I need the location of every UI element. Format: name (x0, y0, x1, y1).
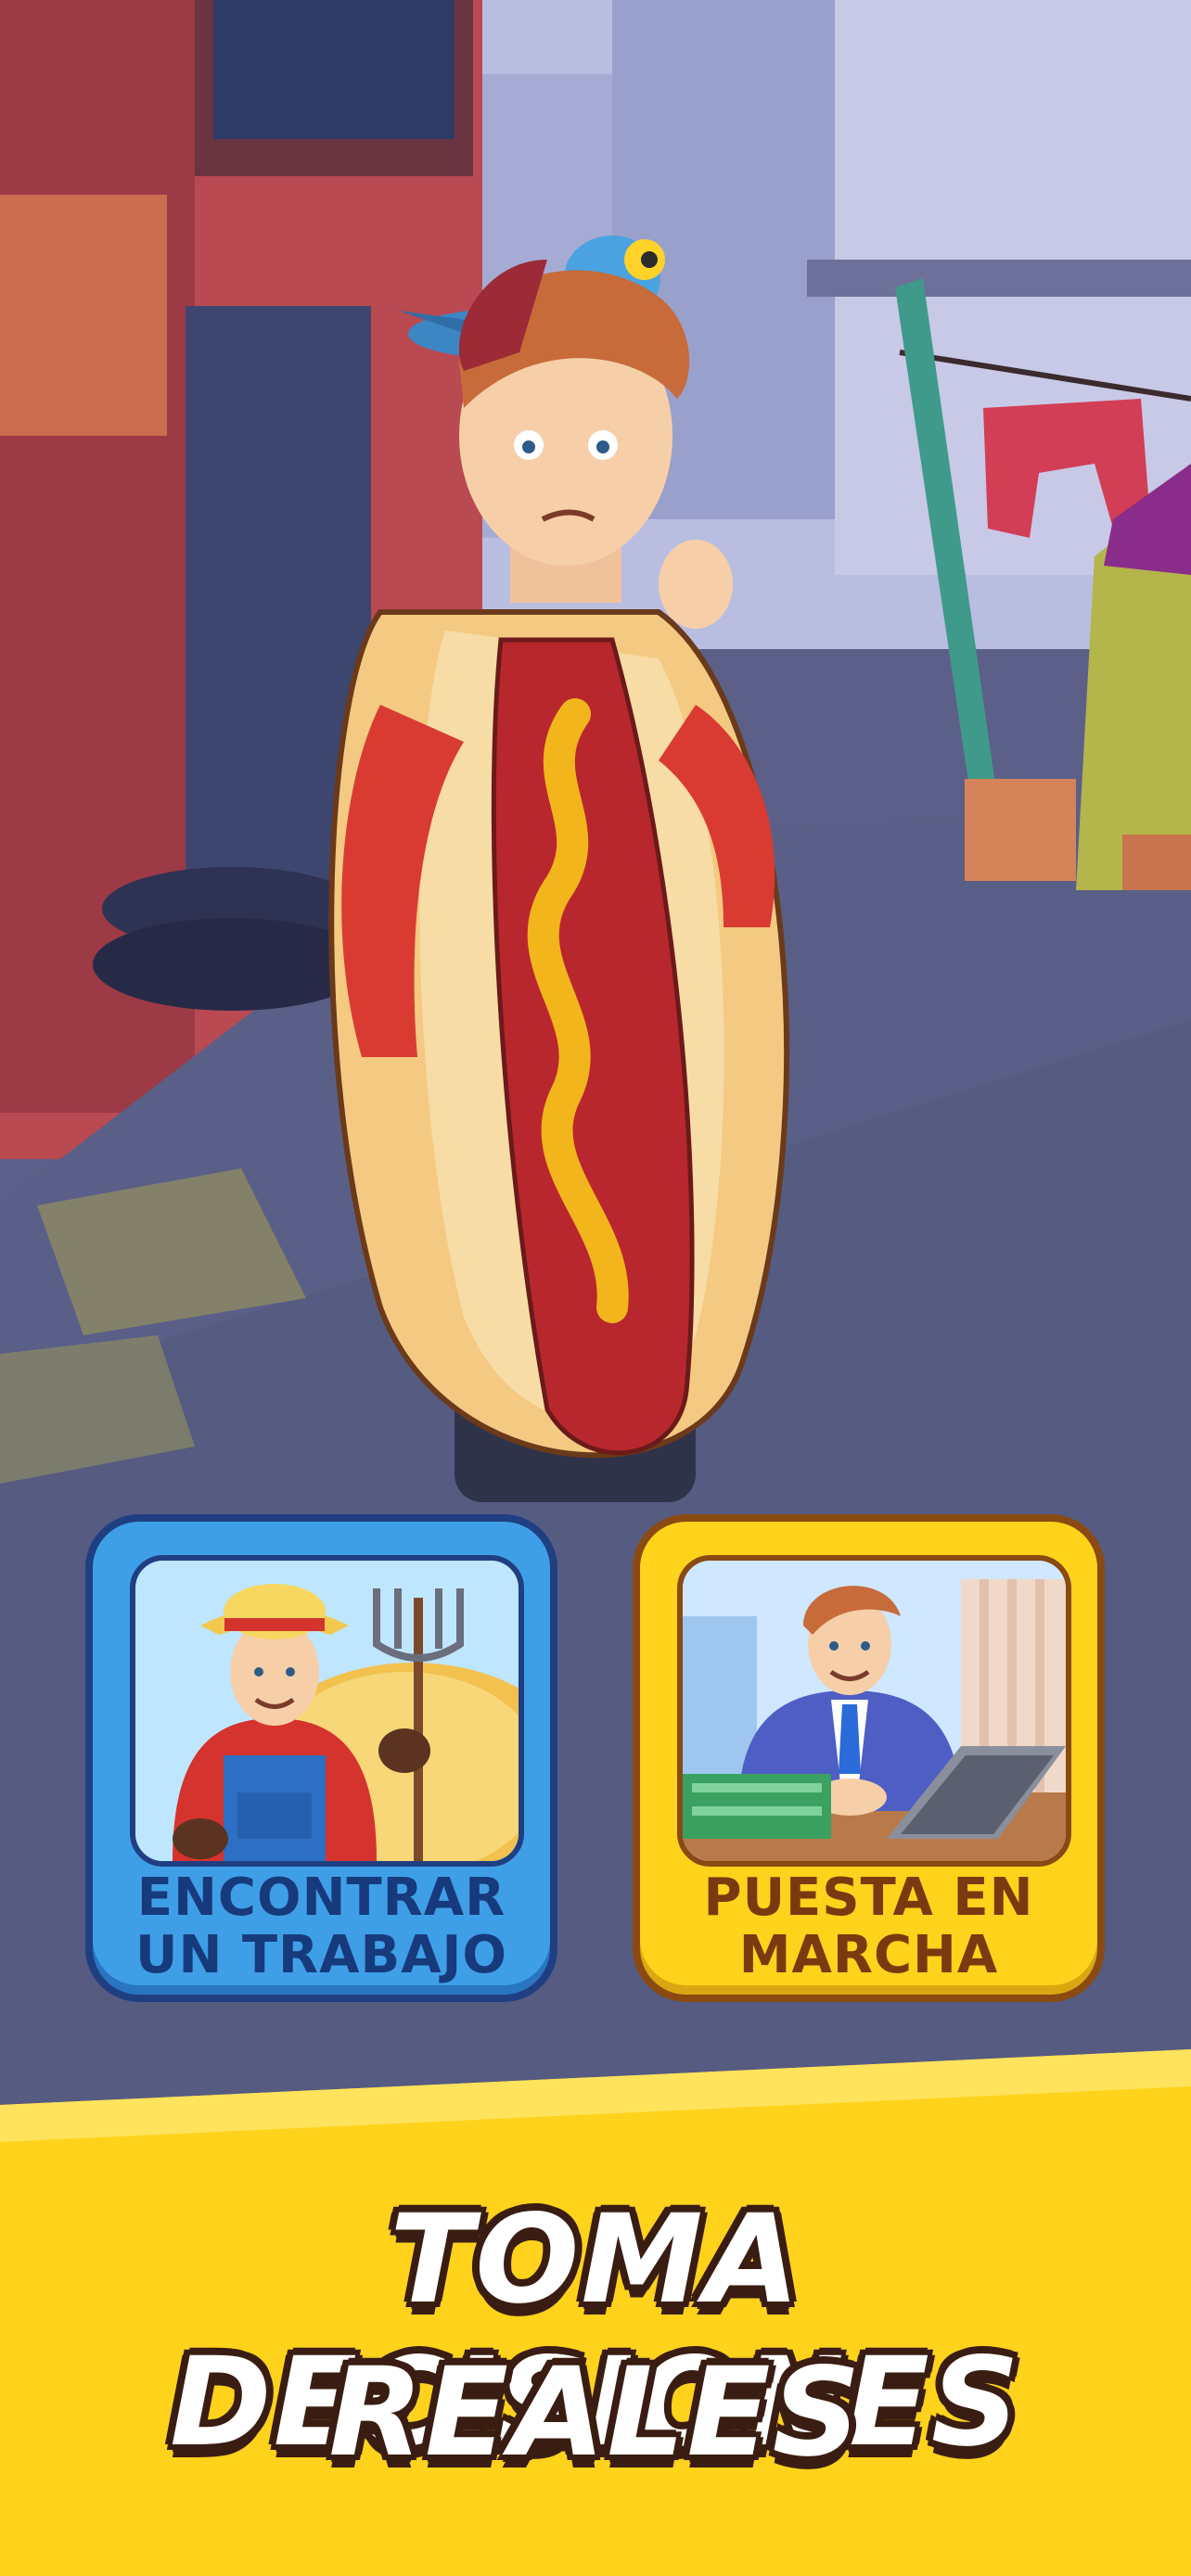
businessman-icon (683, 1561, 1066, 1861)
farmer-illustration (130, 1555, 524, 1867)
farmer-icon (135, 1561, 519, 1861)
find-job-option[interactable]: ENCONTRAR UN TRABAJO (85, 1514, 557, 2002)
startup-label: PUESTA EN MARCHA (703, 1868, 1034, 1985)
startup-option[interactable]: PUESTA EN MARCHA (633, 1514, 1105, 2002)
headline-line-2: REALES (328, 2341, 863, 2484)
hotdog-character (328, 236, 790, 1502)
find-job-label: ENCONTRAR UN TRABAJO (135, 1868, 507, 1985)
businessman-illustration (677, 1555, 1071, 1867)
